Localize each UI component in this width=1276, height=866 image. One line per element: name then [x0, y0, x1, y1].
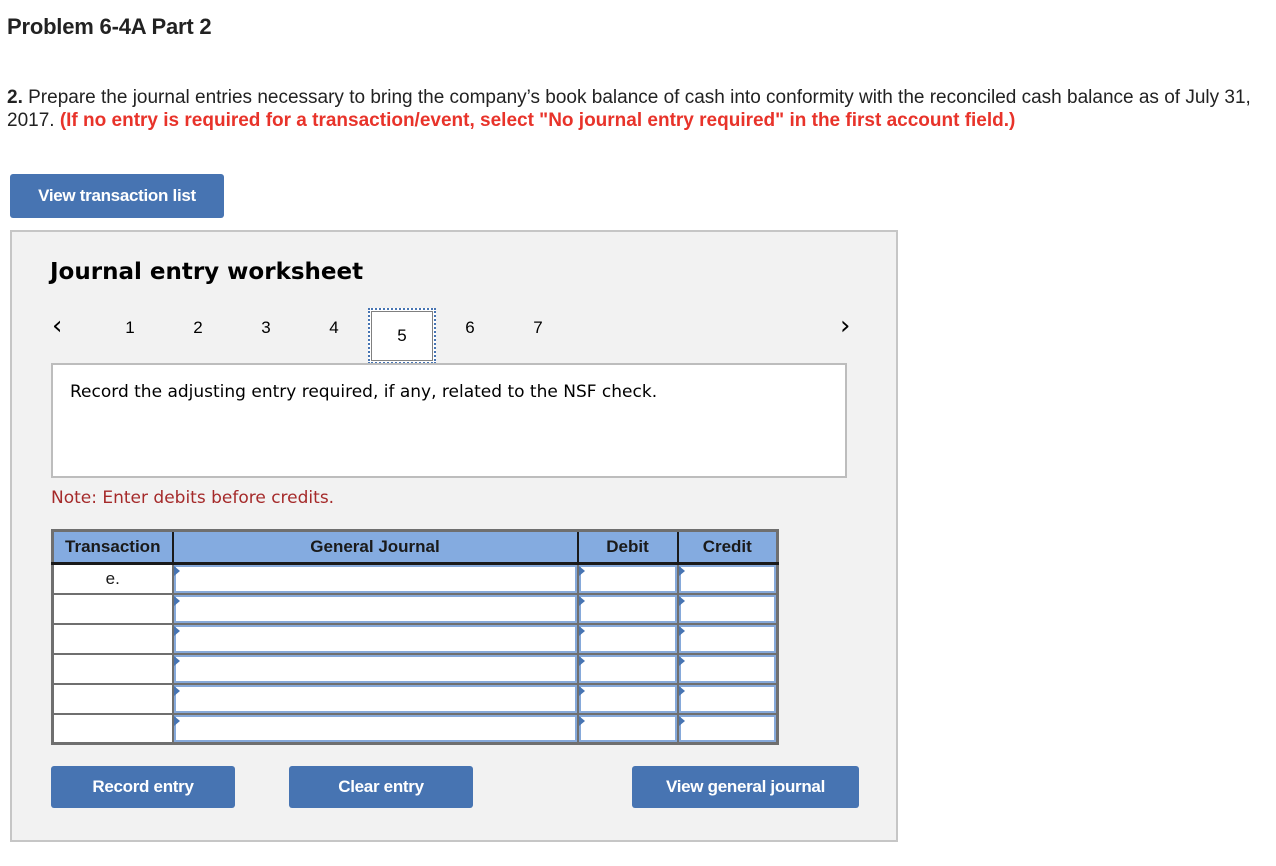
- page-tab-1[interactable]: 1: [120, 318, 140, 338]
- debit-cell: [576, 622, 679, 655]
- credit-input[interactable]: [678, 714, 776, 742]
- field-marker-icon: [678, 625, 685, 636]
- account-select[interactable]: [173, 624, 577, 653]
- credit-input[interactable]: [678, 684, 776, 713]
- header-debit: Debit: [577, 530, 679, 565]
- page-tab-4[interactable]: 4: [324, 318, 344, 338]
- credit-cell: [676, 682, 779, 715]
- field-marker-icon: [578, 685, 585, 696]
- field-marker-icon: [578, 625, 585, 636]
- transaction-cell: [51, 622, 174, 655]
- debit-cell: [576, 712, 679, 745]
- account-select[interactable]: [173, 565, 577, 593]
- header-general-journal: General Journal: [172, 530, 579, 565]
- account-cell: [171, 682, 579, 715]
- worksheet-title: Journal entry worksheet: [50, 259, 364, 285]
- page-tab-6[interactable]: 6: [460, 318, 480, 338]
- page-tab-2[interactable]: 2: [188, 318, 208, 338]
- credit-input[interactable]: [678, 654, 776, 683]
- debit-input[interactable]: [578, 684, 677, 713]
- debit-cell: [576, 592, 679, 625]
- prompt-box: Record the adjusting entry required, if …: [51, 363, 847, 478]
- field-marker-icon: [578, 715, 585, 726]
- instructions: 2. Prepare the journal entries necessary…: [7, 86, 1269, 132]
- field-marker-icon: [173, 625, 180, 636]
- credit-cell: [676, 592, 779, 625]
- clear-entry-button[interactable]: Clear entry: [289, 766, 473, 808]
- page-tab-7[interactable]: 7: [528, 318, 548, 338]
- credit-cell: [676, 562, 779, 595]
- journal-table: Transaction General Journal Debit Credit…: [51, 529, 779, 745]
- transaction-cell: [51, 712, 174, 745]
- account-cell: [171, 562, 579, 595]
- debit-cell: [576, 562, 679, 595]
- field-marker-icon: [173, 715, 180, 726]
- instruction-requirement: (If no entry is required for a transacti…: [59, 110, 1016, 131]
- transaction-cell: [51, 682, 174, 715]
- page-tab-3[interactable]: 3: [256, 318, 276, 338]
- debit-input[interactable]: [578, 654, 677, 683]
- field-marker-icon: [173, 685, 180, 696]
- credit-cell: [676, 622, 779, 655]
- field-marker-icon: [173, 566, 180, 576]
- field-marker-icon: [173, 595, 180, 606]
- credit-cell: [676, 652, 779, 685]
- account-select[interactable]: [173, 684, 577, 713]
- debit-cell: [576, 682, 679, 715]
- account-cell: [171, 622, 579, 655]
- field-marker-icon: [578, 566, 585, 576]
- account-cell: [171, 592, 579, 625]
- table-row: [51, 682, 779, 715]
- journal-entry-worksheet: Journal entry worksheet ‹ 1 2 3 4 5 6 7 …: [10, 230, 898, 842]
- field-marker-icon: [678, 595, 685, 606]
- view-general-journal-button[interactable]: View general journal: [632, 766, 859, 808]
- next-page-icon[interactable]: ›: [840, 311, 850, 341]
- table-row: e.: [51, 562, 779, 595]
- instruction-number: 2.: [7, 87, 23, 108]
- page-tab-5-active[interactable]: 5: [368, 308, 436, 364]
- transaction-cell: e.: [51, 562, 174, 595]
- table-row: [51, 652, 779, 685]
- account-select[interactable]: [173, 594, 577, 623]
- header-credit: Credit: [677, 530, 778, 565]
- field-marker-icon: [578, 595, 585, 606]
- debit-input[interactable]: [578, 565, 677, 593]
- debit-input[interactable]: [578, 594, 677, 623]
- credit-input[interactable]: [678, 565, 776, 593]
- account-cell: [171, 712, 579, 745]
- field-marker-icon: [678, 655, 685, 666]
- table-row: [51, 622, 779, 655]
- credit-input[interactable]: [678, 624, 776, 653]
- table-row: [51, 712, 779, 745]
- field-marker-icon: [678, 685, 685, 696]
- table-header-row: Transaction General Journal Debit Credit: [52, 530, 778, 565]
- account-select[interactable]: [173, 714, 577, 742]
- account-cell: [171, 652, 579, 685]
- transaction-cell: [51, 592, 174, 625]
- credit-input[interactable]: [678, 594, 776, 623]
- debit-input[interactable]: [578, 624, 677, 653]
- debit-cell: [576, 652, 679, 685]
- problem-title: Problem 6-4A Part 2: [7, 14, 212, 39]
- field-marker-icon: [578, 655, 585, 666]
- table-row: [51, 592, 779, 625]
- credit-cell: [676, 712, 779, 745]
- prompt-text: Record the adjusting entry required, if …: [70, 382, 658, 402]
- transaction-cell: [51, 652, 174, 685]
- previous-page-icon[interactable]: ‹: [52, 311, 62, 341]
- record-entry-button[interactable]: Record entry: [51, 766, 235, 808]
- view-transaction-list-button[interactable]: View transaction list: [10, 174, 224, 218]
- field-marker-icon: [678, 715, 685, 726]
- header-transaction: Transaction: [52, 530, 174, 565]
- field-marker-icon: [173, 655, 180, 666]
- field-marker-icon: [678, 566, 685, 576]
- debit-input[interactable]: [578, 714, 677, 742]
- note-text: Note: Enter debits before credits.: [51, 488, 335, 508]
- account-select[interactable]: [173, 654, 577, 683]
